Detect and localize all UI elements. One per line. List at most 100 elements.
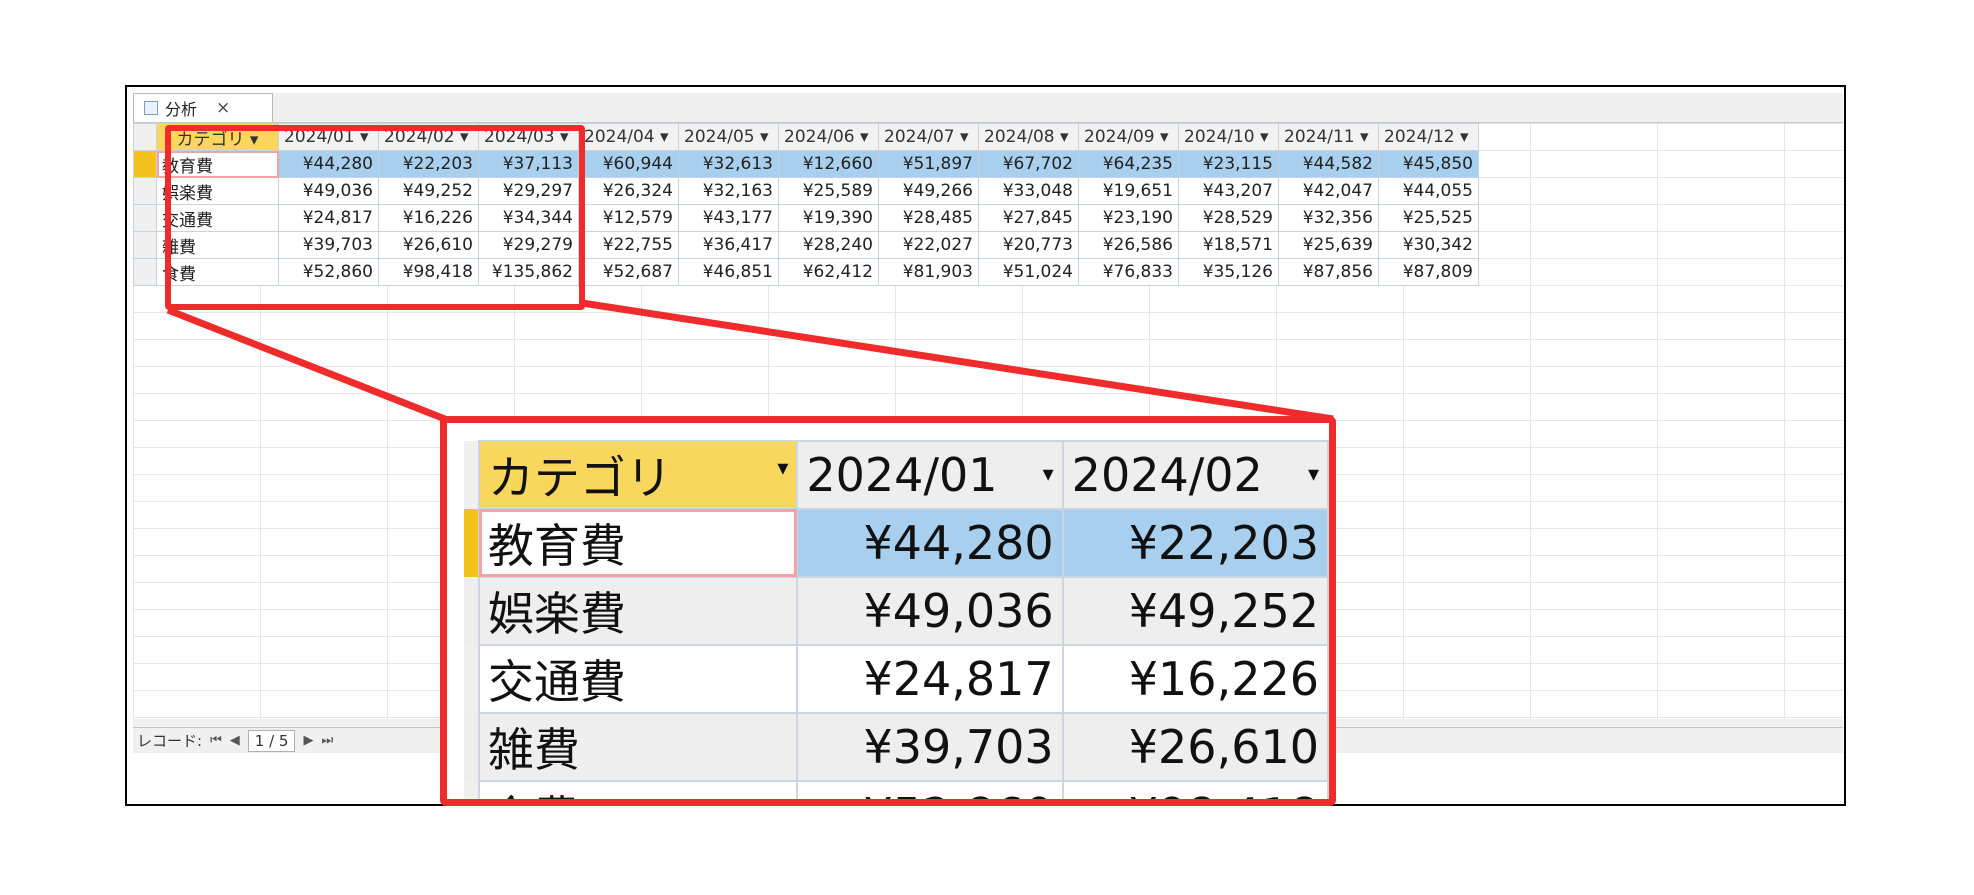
cell-value[interactable]: ¥44,280 bbox=[796, 508, 1064, 578]
cell-value[interactable]: ¥25,639 bbox=[1278, 231, 1379, 259]
cell-value[interactable]: ¥62,412 bbox=[778, 258, 879, 286]
column-header-month[interactable]: 2024/05 ▾ bbox=[678, 123, 779, 151]
cell-value[interactable]: ¥43,207 bbox=[1178, 177, 1279, 205]
cell-value[interactable]: ¥52,860 bbox=[796, 780, 1064, 799]
cell-value[interactable]: ¥32,163 bbox=[678, 177, 779, 205]
cell-value[interactable]: ¥32,356 bbox=[1278, 204, 1379, 232]
dropdown-arrow-icon[interactable]: ▾ bbox=[860, 127, 869, 147]
cell-value[interactable]: ¥26,586 bbox=[1078, 231, 1179, 259]
cell-value[interactable]: ¥49,252 bbox=[1061, 576, 1329, 646]
record-selector[interactable] bbox=[133, 177, 157, 205]
cell-category[interactable]: 娯楽費 bbox=[477, 576, 799, 646]
cell-value[interactable]: ¥36,417 bbox=[678, 231, 779, 259]
cell-value[interactable]: ¥87,809 bbox=[1378, 258, 1479, 286]
cell-value[interactable]: ¥51,024 bbox=[978, 258, 1079, 286]
cell-value[interactable]: ¥51,897 bbox=[878, 150, 979, 178]
record-selector[interactable] bbox=[133, 258, 157, 286]
column-header-month[interactable]: 2024/10 ▾ bbox=[1178, 123, 1279, 151]
cell-value[interactable]: ¥76,833 bbox=[1078, 258, 1179, 286]
cell-value[interactable]: ¥43,177 bbox=[678, 204, 779, 232]
dropdown-arrow-icon[interactable]: ▾ bbox=[960, 127, 969, 147]
cell-value[interactable]: ¥33,048 bbox=[978, 177, 1079, 205]
cell-value[interactable]: ¥46,851 bbox=[678, 258, 779, 286]
cell-value[interactable]: ¥44,582 bbox=[1278, 150, 1379, 178]
select-all-corner[interactable] bbox=[464, 441, 479, 509]
select-all-corner[interactable] bbox=[133, 123, 157, 151]
dropdown-arrow-icon[interactable]: ▾ bbox=[777, 456, 788, 481]
cell-value[interactable]: ¥23,115 bbox=[1178, 150, 1279, 178]
column-header-month[interactable]: 2024/07 ▾ bbox=[878, 123, 979, 151]
column-header-month[interactable]: 2024/08 ▾ bbox=[978, 123, 1079, 151]
current-record-field[interactable]: 1 / 5 bbox=[247, 729, 296, 752]
first-record-button[interactable]: ⏮ bbox=[210, 733, 222, 748]
cell-value[interactable]: ¥25,525 bbox=[1378, 204, 1479, 232]
cell-category[interactable]: 教育費 bbox=[477, 508, 799, 578]
cell-category[interactable]: 交通費 bbox=[477, 644, 799, 714]
cell-value[interactable]: ¥23,190 bbox=[1078, 204, 1179, 232]
table-row[interactable]: 教育費 ¥44,280 ¥22,203 bbox=[464, 508, 1329, 578]
column-header-month[interactable]: 2024/02 ▾ bbox=[1061, 440, 1329, 510]
record-selector[interactable] bbox=[133, 231, 157, 259]
cell-value[interactable]: ¥30,342 bbox=[1378, 231, 1479, 259]
cell-value[interactable]: ¥20,773 bbox=[978, 231, 1079, 259]
column-header-month[interactable]: 2024/04 ▾ bbox=[578, 123, 679, 151]
column-header-category[interactable]: カテゴリ ▾ bbox=[477, 440, 799, 510]
table-row[interactable]: 娯楽費 ¥49,036 ¥49,252 bbox=[464, 576, 1329, 646]
record-selector[interactable] bbox=[464, 713, 479, 781]
record-selector[interactable] bbox=[133, 150, 157, 178]
column-header-month[interactable]: 2024/01 ▾ bbox=[796, 440, 1064, 510]
close-icon[interactable]: × bbox=[216, 98, 230, 118]
dropdown-arrow-icon[interactable]: ▾ bbox=[1460, 127, 1469, 147]
last-record-button[interactable]: ⏭ bbox=[321, 733, 333, 748]
cell-value[interactable]: ¥28,485 bbox=[878, 204, 979, 232]
record-selector[interactable] bbox=[464, 509, 479, 577]
cell-value[interactable]: ¥28,240 bbox=[778, 231, 879, 259]
cell-value[interactable]: ¥12,660 bbox=[778, 150, 879, 178]
column-header-month[interactable]: 2024/06 ▾ bbox=[778, 123, 879, 151]
record-selector[interactable] bbox=[464, 781, 479, 799]
cell-value[interactable]: ¥81,903 bbox=[878, 258, 979, 286]
tab-analysis[interactable]: 分析 × bbox=[133, 93, 273, 122]
cell-value[interactable]: ¥27,845 bbox=[978, 204, 1079, 232]
cell-value[interactable]: ¥49,036 bbox=[796, 576, 1064, 646]
cell-value[interactable]: ¥60,944 bbox=[578, 150, 679, 178]
record-selector[interactable] bbox=[464, 577, 479, 645]
cell-value[interactable]: ¥67,702 bbox=[978, 150, 1079, 178]
cell-value[interactable]: ¥19,390 bbox=[778, 204, 879, 232]
cell-value[interactable]: ¥42,047 bbox=[1278, 177, 1379, 205]
cell-value[interactable]: ¥16,226 bbox=[1061, 644, 1329, 714]
table-row[interactable]: 交通費 ¥24,817 ¥16,226 bbox=[464, 644, 1329, 714]
dropdown-arrow-icon[interactable]: ▾ bbox=[1160, 127, 1169, 147]
cell-value[interactable]: ¥64,235 bbox=[1078, 150, 1179, 178]
cell-category[interactable]: 雑費 bbox=[477, 712, 799, 782]
cell-value[interactable]: ¥87,856 bbox=[1278, 258, 1379, 286]
cell-value[interactable]: ¥22,027 bbox=[878, 231, 979, 259]
cell-value[interactable]: ¥45,850 bbox=[1378, 150, 1479, 178]
cell-value[interactable]: ¥25,589 bbox=[778, 177, 879, 205]
column-header-month[interactable]: 2024/12 ▾ bbox=[1378, 123, 1479, 151]
column-header-month[interactable]: 2024/11 ▾ bbox=[1278, 123, 1379, 151]
dropdown-arrow-icon[interactable]: ▾ bbox=[1360, 127, 1369, 147]
next-record-button[interactable]: ▶ bbox=[303, 733, 313, 748]
previous-record-button[interactable]: ◀ bbox=[230, 733, 240, 748]
column-header-month[interactable]: 2024/09 ▾ bbox=[1078, 123, 1179, 151]
cell-value[interactable]: ¥18,571 bbox=[1178, 231, 1279, 259]
record-selector[interactable] bbox=[464, 645, 479, 713]
record-selector[interactable] bbox=[133, 204, 157, 232]
cell-value[interactable]: ¥98,418 bbox=[1061, 780, 1329, 799]
cell-value[interactable]: ¥26,324 bbox=[578, 177, 679, 205]
cell-value[interactable]: ¥12,579 bbox=[578, 204, 679, 232]
dropdown-arrow-icon[interactable]: ▾ bbox=[1060, 127, 1069, 147]
cell-value[interactable]: ¥52,687 bbox=[578, 258, 679, 286]
dropdown-arrow-icon[interactable]: ▾ bbox=[660, 127, 669, 147]
cell-value[interactable]: ¥35,126 bbox=[1178, 258, 1279, 286]
dropdown-arrow-icon[interactable]: ▾ bbox=[1308, 462, 1319, 487]
cell-value[interactable]: ¥39,703 bbox=[796, 712, 1064, 782]
dropdown-arrow-icon[interactable]: ▾ bbox=[1260, 127, 1269, 147]
cell-value[interactable]: ¥32,613 bbox=[678, 150, 779, 178]
cell-value[interactable]: ¥19,651 bbox=[1078, 177, 1179, 205]
cell-category[interactable]: 食費 bbox=[477, 780, 799, 799]
cell-value[interactable]: ¥44,055 bbox=[1378, 177, 1479, 205]
cell-value[interactable]: ¥26,610 bbox=[1061, 712, 1329, 782]
dropdown-arrow-icon[interactable]: ▾ bbox=[760, 127, 769, 147]
